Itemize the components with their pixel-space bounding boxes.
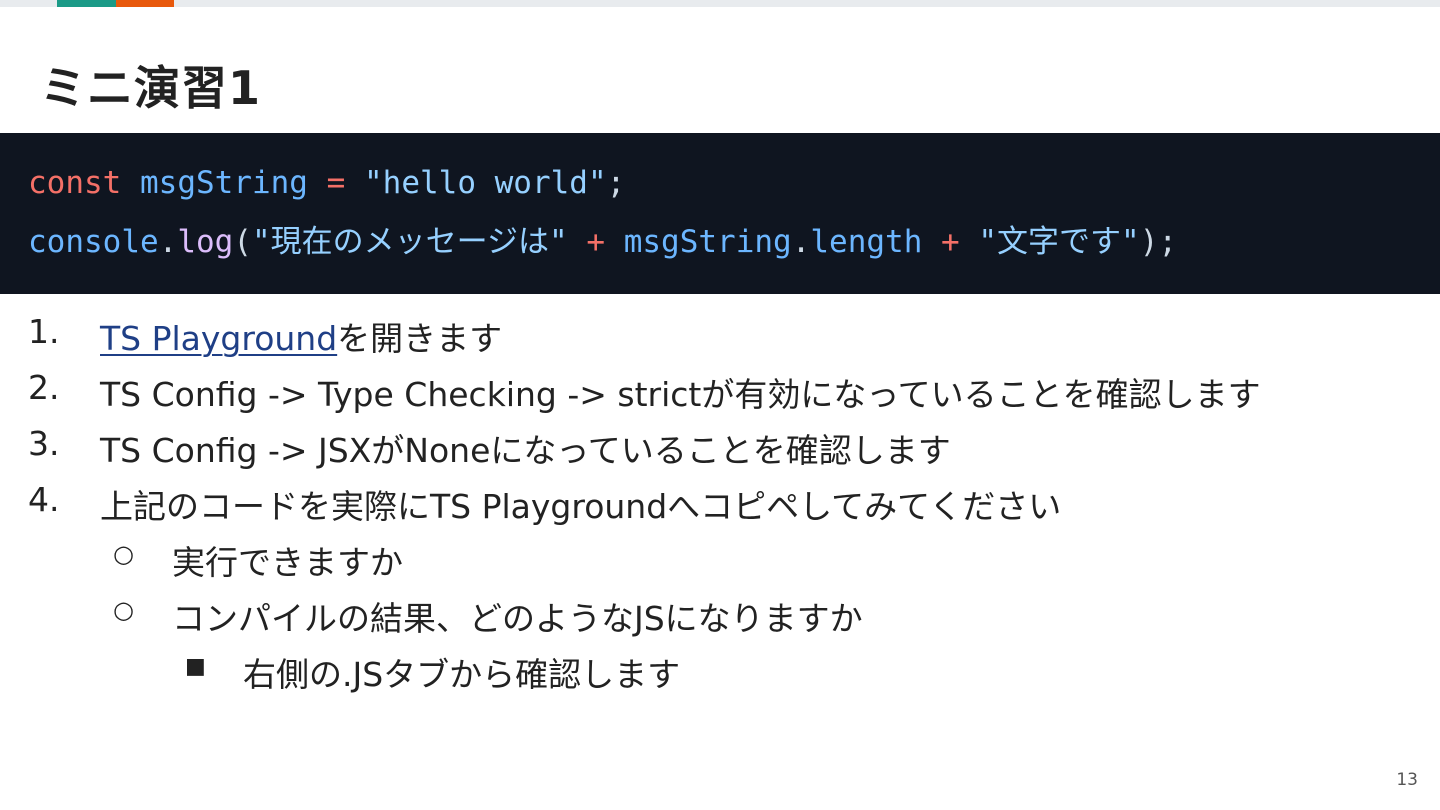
slide-title: ミニ演習1: [40, 61, 262, 115]
code-object: console: [28, 224, 159, 260]
step-number: 4.: [28, 480, 60, 519]
accent-segment-orange: [116, 0, 174, 7]
circle-bullet-icon: ○: [113, 540, 134, 568]
code-property: length: [810, 224, 923, 260]
step-text: 上記のコードを実際にTS Playgroundへコピペしてみてください: [100, 487, 1062, 526]
code-punctuation: );: [1139, 224, 1178, 260]
step-number: 1.: [28, 312, 60, 351]
code-method: log: [177, 224, 234, 260]
step-text-suffix: を開きます: [337, 319, 503, 358]
top-accent-bar: [0, 0, 1440, 7]
code-punctuation: ;: [606, 165, 626, 201]
circle-bullet-icon: ○: [113, 596, 134, 624]
code-variable: msgString: [623, 224, 792, 260]
step-text: TS Playgroundを開きます: [100, 312, 502, 360]
code-string: "現在のメッセージは": [252, 224, 568, 260]
code-string: "hello world": [364, 165, 607, 201]
code-operator: =: [326, 165, 346, 201]
step-text: TS Config -> Type Checking -> strictが有効に…: [100, 375, 1261, 414]
code-punctuation: .: [158, 224, 178, 260]
code-punctuation: .: [791, 224, 811, 260]
code-operator: +: [941, 224, 960, 260]
sub-item-text: コンパイルの結果、どのようなJSになりますか: [172, 599, 863, 638]
square-bullet-icon: ■: [185, 654, 206, 679]
step-number: 2.: [28, 368, 60, 407]
code-line-1: const msgString = "hello world";: [28, 163, 625, 203]
step-number: 3.: [28, 424, 60, 463]
code-line-2: console.log("現在のメッセージは" + msgString.leng…: [28, 222, 1177, 262]
sub-sub-item-text: 右側の.JSタブから確認します: [243, 655, 681, 694]
ts-playground-link[interactable]: TS Playground: [100, 319, 337, 358]
code-punctuation: (: [233, 224, 252, 260]
page-number: 13: [1396, 770, 1418, 790]
sub-item-text: 実行できますか: [172, 543, 403, 582]
code-string: "文字です": [978, 224, 1140, 260]
code-operator: +: [586, 224, 606, 260]
code-keyword: const: [28, 165, 122, 201]
accent-segment-teal: [57, 0, 116, 7]
step-text: TS Config -> JSXがNoneになっていることを確認します: [100, 431, 951, 470]
code-block: const msgString = "hello world"; console…: [0, 133, 1440, 294]
code-variable: msgString: [140, 165, 308, 201]
